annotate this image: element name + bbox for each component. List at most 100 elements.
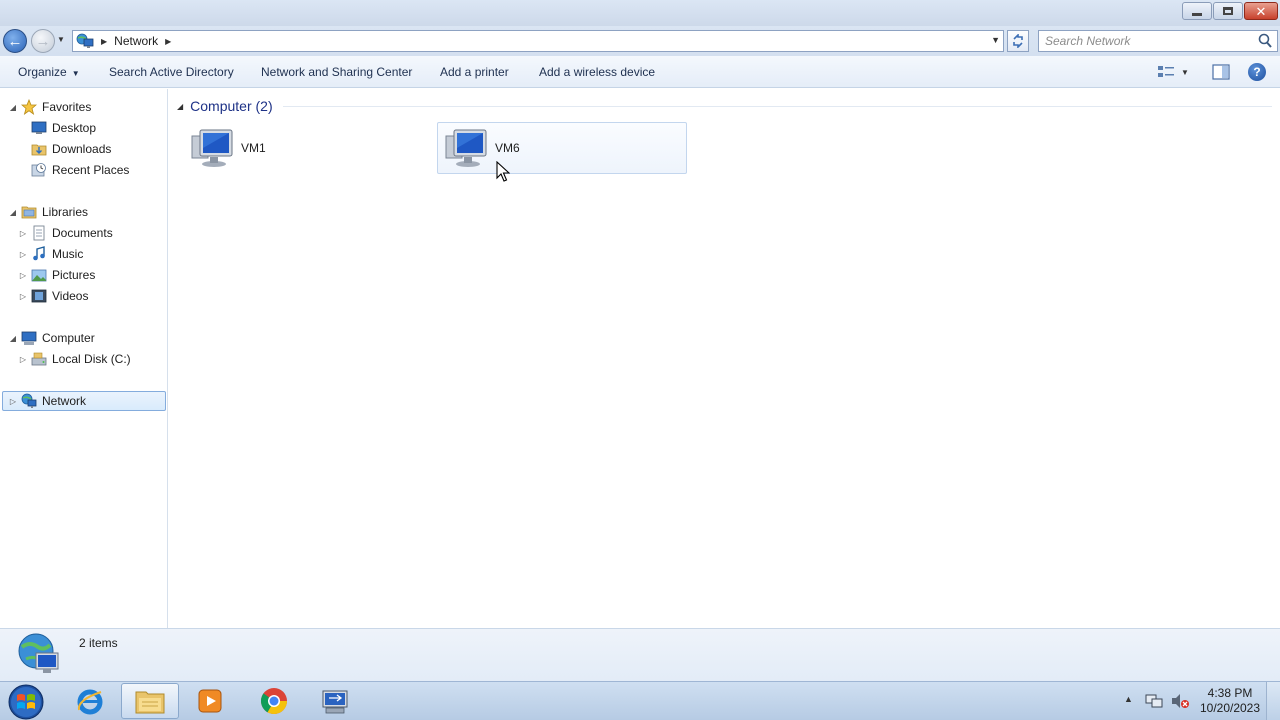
local-disk-icon <box>31 352 47 366</box>
breadcrumb-separator-icon[interactable]: ▶ <box>101 37 107 46</box>
breadcrumb-separator-icon[interactable]: ▶ <box>165 37 171 46</box>
view-options-icon <box>1158 66 1174 77</box>
libraries-icon <box>21 206 37 219</box>
sidebar-item-local-disk[interactable]: ▷ Local Disk (C:) <box>18 349 131 369</box>
refresh-button[interactable] <box>1007 30 1029 52</box>
address-history-dropdown-icon[interactable]: ▼ <box>991 35 1000 45</box>
sidebar-item-label: Network <box>42 394 87 408</box>
file-list-view: ◢ Computer (2) VM1 VM6 <box>169 89 1280 628</box>
back-button[interactable]: ← <box>3 29 27 53</box>
show-hidden-icons-button[interactable]: ▲ <box>1124 694 1133 704</box>
help-button[interactable]: ? <box>1248 63 1266 81</box>
remote-desktop-icon <box>322 690 348 714</box>
sidebar-item-downloads[interactable]: Downloads <box>28 139 111 159</box>
expand-arrow-icon[interactable]: ▷ <box>18 271 28 280</box>
sidebar-item-label: Computer <box>42 331 95 345</box>
sidebar-item-libraries[interactable]: ◢ Libraries <box>8 202 88 222</box>
expand-arrow-icon[interactable]: ▷ <box>18 355 28 364</box>
sidebar-item-label: Recent Places <box>52 163 130 177</box>
navigation-bar: ← → ▼ ▶ Network ▶ ▼ <box>0 26 1280 56</box>
sidebar-item-label: Videos <box>52 289 89 303</box>
network-computer-item[interactable]: VM6 <box>437 122 687 174</box>
downloads-folder-icon <box>31 144 47 156</box>
network-icon <box>21 393 37 408</box>
favorites-star-icon <box>21 99 37 115</box>
music-icon <box>33 246 45 261</box>
sidebar-item-label: Downloads <box>52 142 112 156</box>
expand-arrow-icon[interactable]: ▷ <box>18 229 28 238</box>
group-title: Computer (2) <box>190 98 273 114</box>
search-active-directory-button[interactable]: Search Active Directory <box>109 65 234 79</box>
navigation-pane: ◢ Favorites Desktop Downloads Recent Pla… <box>0 89 168 628</box>
sidebar-item-network[interactable]: ▷ Network <box>2 391 166 411</box>
sidebar-item-documents[interactable]: ▷ Documents <box>18 223 113 243</box>
minimize-button[interactable] <box>1182 2 1212 20</box>
item-label: VM1 <box>241 141 266 155</box>
search-input[interactable] <box>1039 34 1256 48</box>
expand-arrow-icon[interactable]: ▷ <box>18 250 28 259</box>
pictures-icon <box>31 269 47 282</box>
taskbar-remote-desktop[interactable] <box>306 683 364 719</box>
forward-button[interactable]: → <box>31 29 55 53</box>
preview-pane-icon[interactable] <box>1212 64 1230 80</box>
sidebar-item-favorites[interactable]: ◢ Favorites <box>8 97 91 117</box>
sidebar-item-music[interactable]: ▷ Music <box>18 244 83 264</box>
breadcrumb-network[interactable]: Network <box>114 34 158 48</box>
clock-time: 4:38 PM <box>1207 686 1253 700</box>
network-and-sharing-center-button[interactable]: Network and Sharing Center <box>261 65 412 79</box>
show-desktop-button[interactable] <box>1266 682 1280 720</box>
add-wireless-device-button[interactable]: Add a wireless device <box>539 65 655 79</box>
media-player-icon <box>198 689 222 713</box>
close-button[interactable]: ✕ <box>1244 2 1278 20</box>
expand-arrow-icon[interactable]: ◢ <box>8 208 18 217</box>
desktop-icon <box>31 121 47 134</box>
sidebar-item-label: Favorites <box>42 100 92 114</box>
expand-arrow-icon[interactable]: ▷ <box>8 397 18 406</box>
expand-arrow-icon[interactable]: ◢ <box>8 103 18 112</box>
sidebar-item-label: Local Disk (C:) <box>52 352 131 366</box>
group-header-computer[interactable]: ◢ Computer (2) <box>177 98 1272 114</box>
taskbar-internet-explorer[interactable] <box>61 683 119 719</box>
address-bar[interactable]: ▶ Network ▶ ▼ <box>72 30 1004 52</box>
sidebar-item-label: Desktop <box>52 121 97 135</box>
restore-button[interactable] <box>1213 2 1243 20</box>
start-button[interactable] <box>2 683 50 720</box>
network-computer-item[interactable]: VM1 <box>183 122 433 174</box>
sidebar-item-desktop[interactable]: Desktop <box>28 118 96 138</box>
taskbar-media-player[interactable] <box>181 683 239 719</box>
system-clock[interactable]: 4:38 PM 10/20/2023 <box>1196 686 1264 716</box>
sidebar-item-label: Documents <box>52 226 113 240</box>
videos-icon <box>31 289 47 303</box>
organize-label: Organize <box>18 65 67 79</box>
taskbar-chrome[interactable] <box>245 683 303 719</box>
change-view-button[interactable]: ▼ <box>1157 64 1193 80</box>
sidebar-item-recent-places[interactable]: Recent Places <box>28 160 129 180</box>
network-globe-icon <box>18 633 59 673</box>
network-location-icon <box>76 33 94 48</box>
sidebar-item-pictures[interactable]: ▷ Pictures <box>18 265 95 285</box>
windows-start-icon <box>8 684 44 719</box>
close-icon: ✕ <box>1255 3 1267 19</box>
expand-arrow-icon[interactable]: ◢ <box>8 334 18 343</box>
collapse-group-icon[interactable]: ◢ <box>177 102 183 111</box>
search-icon[interactable] <box>1256 32 1274 50</box>
recent-pages-dropdown-icon[interactable]: ▼ <box>57 35 65 44</box>
organize-menu-button[interactable]: Organize ▼ <box>18 65 80 79</box>
expand-arrow-icon[interactable]: ▷ <box>18 292 28 301</box>
sidebar-item-label: Music <box>52 247 84 261</box>
add-printer-button[interactable]: Add a printer <box>440 65 509 79</box>
internet-explorer-icon <box>77 689 103 715</box>
sidebar-item-videos[interactable]: ▷ Videos <box>18 286 89 306</box>
documents-icon <box>33 225 45 241</box>
mouse-cursor-icon <box>496 161 510 182</box>
chevron-down-icon: ▼ <box>71 69 80 78</box>
search-box[interactable] <box>1038 30 1278 52</box>
sidebar-item-label: Pictures <box>52 268 96 282</box>
help-icon: ? <box>1253 65 1261 79</box>
volume-muted-icon[interactable] <box>1170 692 1190 710</box>
network-status-icon[interactable] <box>1145 692 1163 710</box>
chevron-down-icon[interactable]: ▼ <box>1181 68 1189 77</box>
network-computer-icon <box>191 129 233 167</box>
taskbar-windows-explorer[interactable] <box>121 683 179 719</box>
sidebar-item-computer[interactable]: ◢ Computer <box>8 328 95 348</box>
